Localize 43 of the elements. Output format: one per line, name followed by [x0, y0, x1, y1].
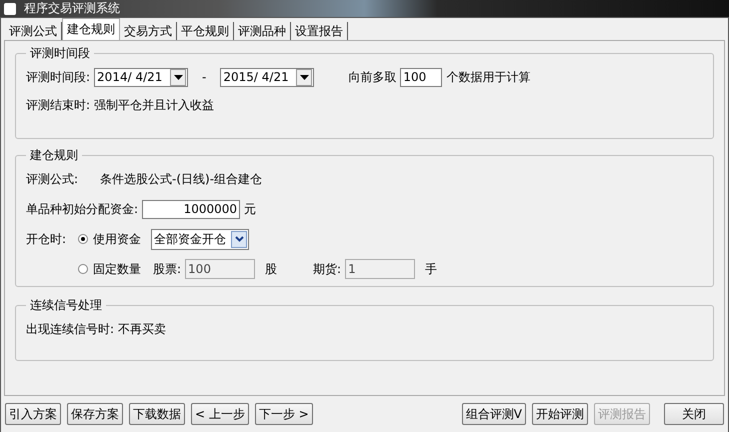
field-label: 期货:: [313, 260, 342, 278]
group-title: 评测时间段: [29, 45, 91, 62]
button[interactable]: 下一步 >: [254, 403, 313, 425]
date-picker[interactable]: 2015/ 4/21: [220, 68, 314, 86]
group-title: 建仓规则: [29, 147, 79, 164]
unit-label: 元: [244, 200, 256, 218]
button[interactable]: < 上一步: [191, 403, 249, 425]
field-label: 单品种初始分配资金:: [26, 200, 138, 218]
unit-label: 手: [425, 260, 438, 278]
input-field[interactable]: 1000000: [142, 200, 240, 218]
button[interactable]: 关闭: [664, 403, 724, 425]
dropdown[interactable]: 全部资金开仓: [151, 228, 249, 250]
button[interactable]: 保存方案: [67, 403, 123, 425]
button[interactable]: 下载数据: [129, 403, 185, 425]
window-title: 程序交易评测系统: [24, 0, 120, 17]
field-label: 评测时间段:: [26, 68, 90, 86]
range-separator: -: [202, 70, 206, 84]
field-label: 出现连续信号时:: [26, 320, 114, 338]
radio-button[interactable]: [78, 264, 88, 274]
field-value: 不再买卖: [118, 320, 166, 338]
dropdown-icon: [170, 68, 186, 86]
field-value: 条件选股公式-(日线)-组合建仓: [100, 170, 262, 188]
field-label: 个数据用于计算: [446, 68, 530, 86]
field-label: 开仓时:: [26, 230, 68, 248]
field-label: 评测公式:: [26, 170, 80, 188]
tab[interactable]: 建仓规则: [62, 18, 120, 40]
field-value: 强制平仓并且计入收益: [94, 96, 214, 114]
radio-label: 使用资金: [93, 230, 141, 248]
group-title: 连续信号处理: [29, 297, 103, 314]
unit-label: 股: [265, 260, 278, 278]
dropdown-icon: [296, 68, 312, 86]
radio-button[interactable]: [78, 234, 88, 244]
field-label: 股票:: [153, 260, 182, 278]
dropdown-icon: [231, 230, 247, 248]
button[interactable]: 引入方案: [5, 403, 61, 425]
button[interactable]: 开始评测: [532, 403, 588, 425]
button[interactable]: 组合评测V: [462, 403, 526, 425]
radio-label: 固定数量: [93, 260, 141, 278]
input-field[interactable]: 100: [400, 68, 442, 86]
app-icon: [4, 2, 16, 14]
date-picker[interactable]: 2014/ 4/21: [94, 68, 188, 86]
field-label: 向前多取: [348, 68, 396, 86]
field-label: 评测结束时:: [26, 96, 90, 114]
